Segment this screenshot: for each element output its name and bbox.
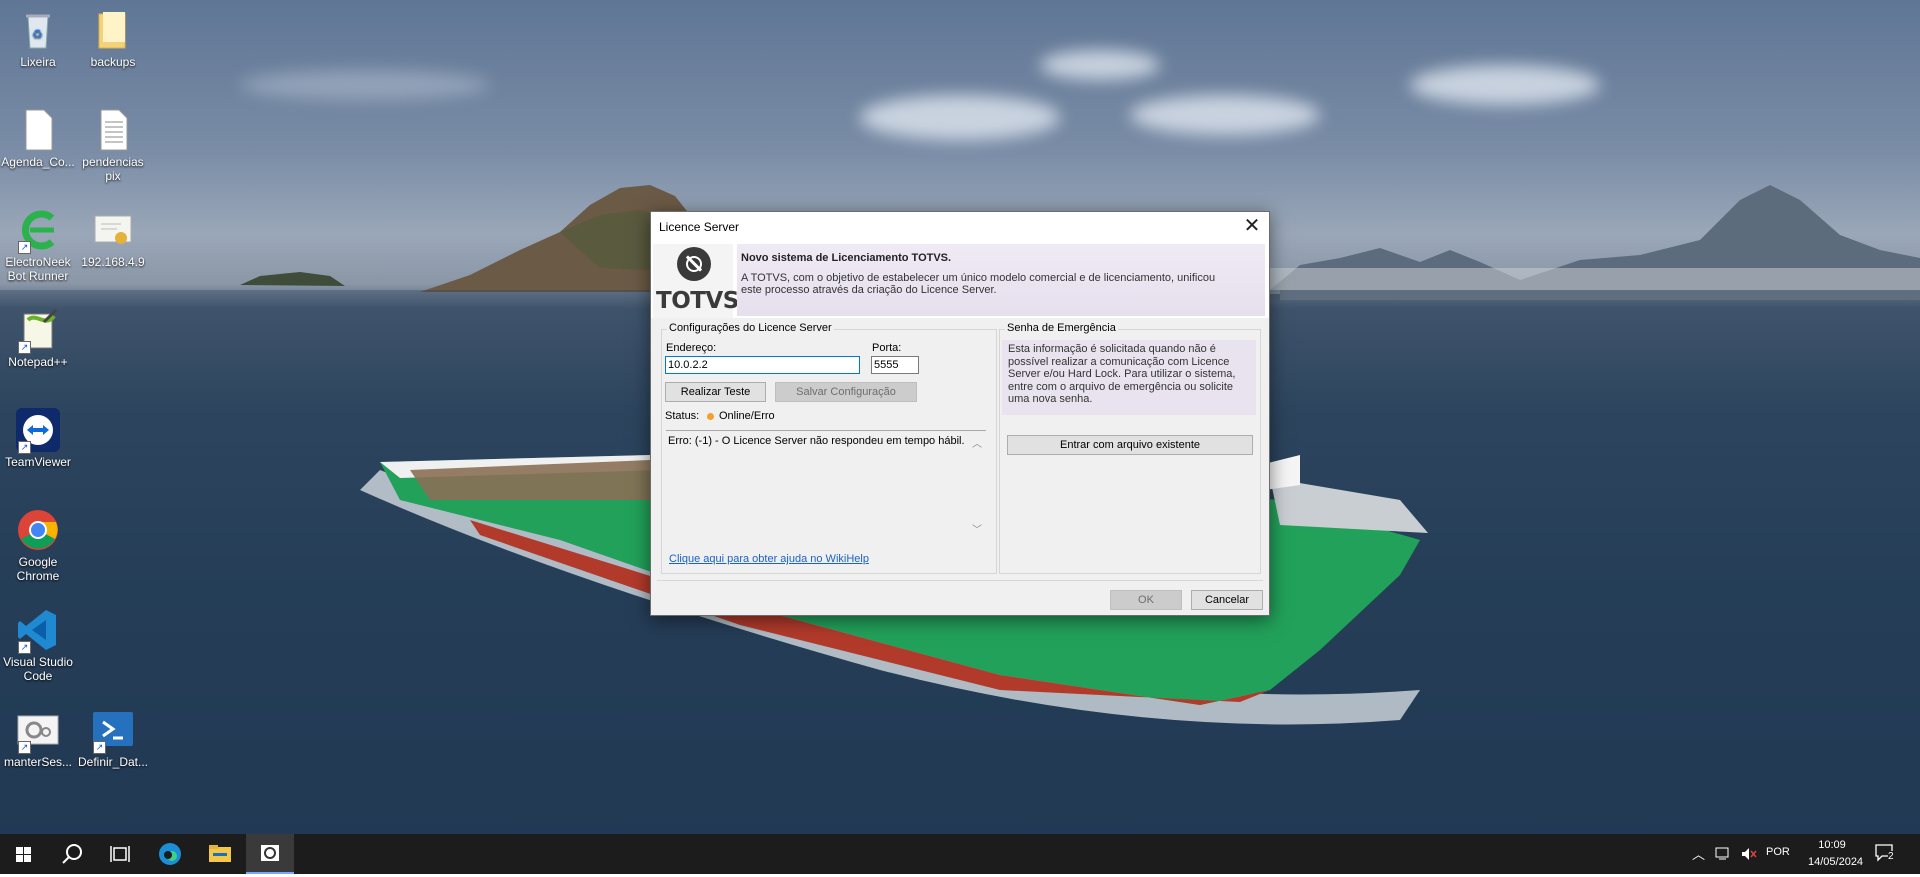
emergency-password-group: Senha de Emergência Esta informação é so… [999, 322, 1261, 574]
teamviewer-icon: ↗ [16, 408, 60, 454]
taskbar-edge[interactable] [146, 834, 194, 874]
desktop-icon-label: 192.168.4.9 [81, 255, 145, 269]
status-label: Status: [665, 410, 700, 422]
error-message: Erro: (-1) - O Licence Server não respon… [668, 435, 965, 447]
desktop-icon-agenda[interactable]: Agenda_Co... [0, 108, 76, 169]
desktop-icon-backups[interactable]: backups [75, 8, 151, 69]
notifications-button[interactable]: 2 [1874, 842, 1902, 866]
svg-text:♻: ♻ [32, 27, 43, 41]
recycle-bin-icon: ♻ [16, 8, 60, 52]
powershell-icon: ↗ [91, 708, 135, 754]
save-config-button[interactable]: Salvar Configuração [775, 382, 917, 402]
wikihelp-link[interactable]: Clique aqui para obter ajuda no WikiHelp [669, 553, 869, 565]
desktop-icon-label: Agenda_Co... [1, 155, 75, 169]
task-view-button[interactable] [96, 834, 144, 874]
edge-icon [159, 843, 181, 865]
volume-muted-icon[interactable] [1740, 846, 1758, 862]
start-button[interactable] [0, 834, 48, 874]
desktop-icon-pendencias[interactable]: pendencias pix [75, 108, 151, 183]
certificate-icon [91, 208, 135, 252]
desktop-icon-label: Google Chrome [16, 555, 60, 583]
desktop-icon-label: backups [90, 55, 136, 69]
scroll-up-icon[interactable]: ︿ [972, 435, 982, 450]
desktop-icon-label: TeamViewer [5, 455, 71, 469]
vscode-icon: ↗ [16, 608, 60, 654]
footer-divider [657, 580, 1263, 581]
close-icon: ✕ [1243, 215, 1261, 237]
chrome-icon [16, 508, 60, 552]
desktop-icon-certificate[interactable]: 192.168.4.9 [75, 208, 151, 269]
desktop-icon-label: Lixeira [20, 55, 56, 69]
dialog-titlebar[interactable]: Licence Server ✕ [651, 212, 1269, 242]
clock-time: 10:09 [1818, 839, 1846, 851]
network-icon[interactable] [1714, 846, 1732, 862]
desktop-icon-notepadpp[interactable]: ↗ Notepad++ [0, 308, 76, 369]
totvs-logo-icon [677, 247, 711, 281]
task-view-icon [110, 846, 130, 862]
notification-count: 2 [1888, 851, 1894, 862]
banner-text-panel: Novo sistema de Licenciamento TOTVS. A T… [737, 244, 1265, 316]
desktop-icon-label: manterSes... [3, 755, 73, 769]
cancel-button[interactable]: Cancelar [1191, 590, 1263, 610]
error-log-area[interactable]: Erro: (-1) - O Licence Server não respon… [666, 430, 986, 546]
address-input[interactable]: 10.0.2.2 [665, 356, 860, 374]
desktop-icon-label: pendencias pix [82, 155, 144, 183]
taskbar-licence-server[interactable] [246, 834, 294, 874]
test-button[interactable]: Realizar Teste [665, 382, 766, 402]
text-file-icon [91, 108, 135, 152]
status-value: Online/Erro [719, 410, 775, 422]
desktop-icon-electroneek[interactable]: ↗ ElectroNeek Bot Runner [0, 208, 76, 283]
electroneek-icon: ↗ [16, 208, 60, 254]
desktop-icon-vscode[interactable]: ↗ Visual Studio Code [0, 608, 76, 683]
document-icon [16, 108, 60, 152]
address-label: Endereço: [666, 342, 717, 354]
desktop-icon-mantersession[interactable]: ↗ manterSes... [0, 708, 76, 769]
desktop-icon-recycle-bin[interactable]: ♻ Lixeira [0, 8, 76, 69]
banner-description: A TOTVS, com o objetivo de estabelecer u… [741, 272, 1216, 296]
chevron-up-icon[interactable]: ︿ [1692, 844, 1708, 864]
desktop-icon-label: Visual Studio Code [3, 655, 73, 683]
folder-icon [209, 845, 231, 862]
config-group-legend: Configurações do Licence Server [667, 322, 834, 334]
desktop-icon-teamviewer[interactable]: ↗ TeamViewer [0, 408, 76, 469]
desktop-icon-label: Definir_Dat... [77, 755, 149, 769]
notepadpp-icon: ↗ [16, 308, 60, 354]
licence-server-config-group: Configurações do Licence Server Endereço… [661, 322, 997, 574]
desktop-icon-label: ElectroNeek Bot Runner [5, 255, 71, 283]
totvs-app-icon [261, 845, 279, 861]
settings-file-icon: ↗ [16, 708, 60, 754]
ok-button[interactable]: OK [1110, 590, 1182, 610]
banner-title: Novo sistema de Licenciamento TOTVS. [741, 252, 952, 264]
taskbar: ︿ POR 10:09 14/05/2024 2 [0, 834, 1920, 874]
emergency-group-legend: Senha de Emergência [1005, 322, 1118, 334]
port-label: Porta: [872, 342, 902, 354]
search-icon [62, 844, 82, 864]
desktop-icon-definir-data[interactable]: ↗ Definir_Dat... [75, 708, 151, 769]
search-button[interactable] [48, 834, 96, 874]
desktop-icon-label: Notepad++ [8, 355, 68, 369]
clock[interactable]: 10:09 14/05/2024 [1808, 837, 1864, 871]
folder-icon [91, 8, 135, 52]
windows-icon [16, 847, 31, 862]
desktop-icon-chrome[interactable]: Google Chrome [0, 508, 76, 583]
licence-server-dialog: Licence Server ✕ TOTVS Novo sistema de L… [650, 211, 1270, 616]
taskbar-file-explorer[interactable] [196, 834, 244, 874]
status-indicator-icon [707, 413, 714, 420]
port-input[interactable]: 5555 [871, 356, 919, 374]
dialog-title: Licence Server [659, 220, 740, 234]
totvs-logo-text: TOTVS [656, 288, 739, 314]
totvs-logo: TOTVS [653, 244, 739, 318]
clock-date: 14/05/2024 [1808, 856, 1864, 868]
language-indicator[interactable]: POR [1766, 846, 1790, 858]
scroll-down-icon[interactable]: ﹀ [972, 521, 982, 536]
emergency-description: Esta informação é solicitada quando não … [1002, 340, 1256, 415]
enter-existing-file-button[interactable]: Entrar com arquivo existente [1007, 435, 1253, 455]
close-button[interactable]: ✕ [1235, 212, 1269, 242]
